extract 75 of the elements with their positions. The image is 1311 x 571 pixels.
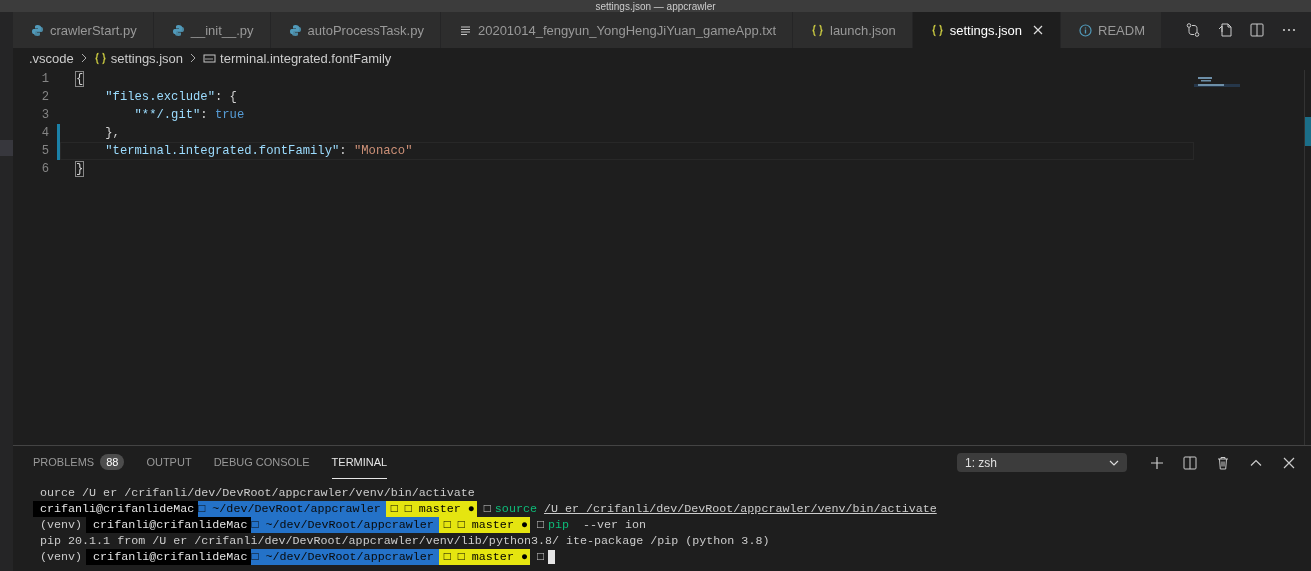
breadcrumb-item[interactable]: terminal.integrated.fontFamily xyxy=(220,50,392,66)
prompt-user: crifanli@crifanlideMac xyxy=(86,549,252,565)
json-key: "files.exclude" xyxy=(76,88,215,106)
line-number: 5 xyxy=(41,143,49,160)
python-icon xyxy=(171,23,185,37)
editor-tab[interactable]: __init__.py xyxy=(153,12,271,48)
terminal-text: □ xyxy=(536,549,544,565)
compare-changes-icon[interactable] xyxy=(1185,22,1201,38)
split-editor-icon[interactable] xyxy=(1249,22,1265,38)
terminal-text: (venv) xyxy=(40,549,83,565)
breadcrumb-item[interactable]: .vscode xyxy=(29,50,74,66)
editor-tab[interactable]: crawlerStart.py xyxy=(13,12,154,48)
line-number: 3 xyxy=(41,107,49,124)
braces-icon xyxy=(930,23,944,37)
close-icon[interactable] xyxy=(1032,24,1045,36)
json-key: "terminal.integrated.fontFamily" xyxy=(76,142,340,160)
lines-icon xyxy=(458,23,472,37)
window-title: settings.json — appcrawler xyxy=(595,1,716,12)
braces-icon xyxy=(93,51,107,65)
panel-tab[interactable]: OUTPUT xyxy=(146,446,192,479)
info-icon xyxy=(1079,23,1093,37)
terminal-text: □ xyxy=(483,501,491,517)
count-badge: 88 xyxy=(100,454,125,470)
code-punctuation: : { xyxy=(214,89,237,106)
python-icon xyxy=(288,23,302,37)
prompt-path: □ ~/dev/DevRoot/appcrawler xyxy=(251,549,439,565)
python-icon xyxy=(31,23,44,37)
file-path-link[interactable]: /U er /crifanli/dev/DevRoot/appcrawler/venv/bin/activate xyxy=(543,501,937,517)
git-branch-segment: □ □ master ● xyxy=(438,549,530,565)
chevron-right-icon xyxy=(79,53,88,63)
editor-tab[interactable]: READM xyxy=(1061,12,1162,48)
command-name: pip xyxy=(547,517,569,533)
code-punctuation: : xyxy=(200,107,209,124)
trash-icon[interactable] xyxy=(1215,454,1231,471)
line-number: 4 xyxy=(41,125,49,142)
terminal-dropdown[interactable]: 1: zsh xyxy=(957,453,1127,472)
command-name: source xyxy=(494,501,537,517)
editor-tab[interactable]: autoProcessTask.py xyxy=(270,12,441,48)
minimap-drawing xyxy=(1194,76,1240,90)
braces-icon xyxy=(811,23,824,37)
editor-tab[interactable]: settings.json xyxy=(912,12,1062,48)
line-number: 6 xyxy=(41,161,49,178)
editor-tab[interactable]: 20201014_fengyun_YongHengJiYuan_gameApp.txt xyxy=(440,12,793,48)
line-number: 2 xyxy=(41,89,49,106)
json-boolean: true xyxy=(215,107,245,124)
terminal-text: --ver ion xyxy=(583,517,647,533)
line-number: 1 xyxy=(41,71,49,88)
chevron-right-icon xyxy=(189,53,198,63)
panel-tab[interactable]: DEBUG CONSOLE xyxy=(213,446,310,479)
prompt-user: crifanli@crifanlideMac xyxy=(86,517,252,533)
scrollbar-thumb[interactable] xyxy=(1305,117,1311,146)
breadcrumb-item[interactable]: settings.json xyxy=(110,50,184,66)
abc-icon xyxy=(203,51,217,65)
panel-tab[interactable]: TERMINAL xyxy=(331,446,388,479)
sidebar-edge xyxy=(0,140,13,156)
json-string: "Monaco" xyxy=(353,143,413,160)
prompt-path: □ ~/dev/DevRoot/appcrawler xyxy=(251,517,439,533)
terminal-text: ource /U er /crifanli/dev/DevRoot/appcrawler/venv/bin/activate xyxy=(40,485,475,501)
editor-tab[interactable]: launch.json xyxy=(793,12,913,48)
panel-tab[interactable]: PROBLEMS 88 xyxy=(33,446,125,479)
terminal-text: (venv) xyxy=(40,517,83,533)
terminal-text: pip 20.1.1 from /U er /crifanli/dev/DevRoot/appcrawler/venv/lib/python3.8/ ite-package /pip (python 3.8) xyxy=(40,533,770,549)
prompt-user: crifanli@crifanlideMac xyxy=(33,501,199,517)
matched-bracket: } xyxy=(76,162,84,176)
code-punctuation: }, xyxy=(104,125,120,142)
prompt-path: □ ~/dev/DevRoot/appcrawler xyxy=(198,501,386,517)
terminal-text: □ xyxy=(536,517,544,533)
git-branch-segment: □ □ master ● xyxy=(385,501,477,517)
code-punctuation: : xyxy=(339,143,348,160)
open-file-icon[interactable] xyxy=(1217,22,1233,38)
plus-icon[interactable] xyxy=(1149,454,1165,471)
matched-bracket: { xyxy=(76,72,84,86)
git-branch-segment: □ □ master ● xyxy=(438,517,530,533)
json-key: "**/.git" xyxy=(76,106,201,124)
split-terminal-icon[interactable] xyxy=(1182,454,1198,471)
